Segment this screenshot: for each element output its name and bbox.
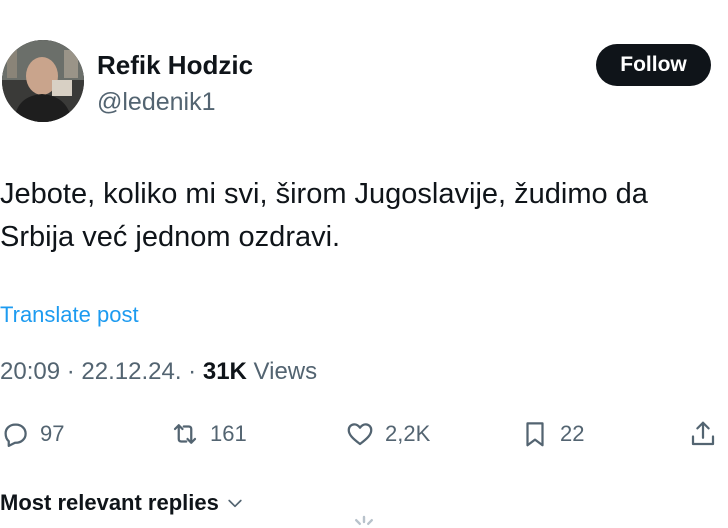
loading-spinner-icon — [354, 515, 373, 526]
post-text: Jebote, koliko mi svi, širom Jugoslavije… — [0, 178, 648, 253]
avatar-image — [2, 40, 84, 122]
reply-button[interactable]: 97 — [0, 414, 64, 454]
meta-separator: · — [188, 358, 197, 385]
reply-count: 97 — [40, 421, 65, 446]
meta-separator: · — [66, 358, 75, 385]
translate-post-link[interactable]: Translate post — [0, 302, 139, 328]
replies-sort-dropdown[interactable]: Most relevant replies — [0, 490, 245, 516]
views-label: Views — [253, 358, 318, 385]
repost-arrows-icon — [173, 424, 197, 444]
repost-count: 161 — [210, 421, 247, 446]
speech-bubble-icon — [4, 423, 27, 447]
heart-icon — [347, 423, 373, 446]
author-name[interactable]: Refik Hodzic — [97, 50, 253, 81]
views-count: 31K — [202, 358, 247, 385]
author-handle[interactable]: @ledenik1 — [97, 88, 216, 117]
bookmark-icon — [526, 422, 544, 447]
tweet-view: Refik Hodzic @ledenik1 Follow Jebote, ko… — [0, 0, 728, 528]
replies-sort-label: Most relevant replies — [0, 490, 219, 515]
post-meta: 20:09 · 22.12.24. · 31K Views — [0, 358, 317, 386]
like-button[interactable]: 2,2K — [345, 414, 430, 454]
avatar[interactable] — [2, 40, 84, 122]
share-upload-icon — [691, 421, 715, 446]
like-count: 2,2K — [385, 421, 431, 446]
post-date[interactable]: 22.12.24. — [81, 358, 181, 385]
repost-button[interactable]: 161 — [170, 414, 247, 454]
chevron-down-icon — [228, 499, 242, 508]
post-time[interactable]: 20:09 — [0, 358, 60, 385]
bookmark-count: 22 — [560, 421, 585, 446]
follow-button[interactable]: Follow — [596, 44, 711, 86]
share-button[interactable] — [688, 414, 718, 454]
bookmark-button[interactable]: 22 — [520, 414, 584, 454]
